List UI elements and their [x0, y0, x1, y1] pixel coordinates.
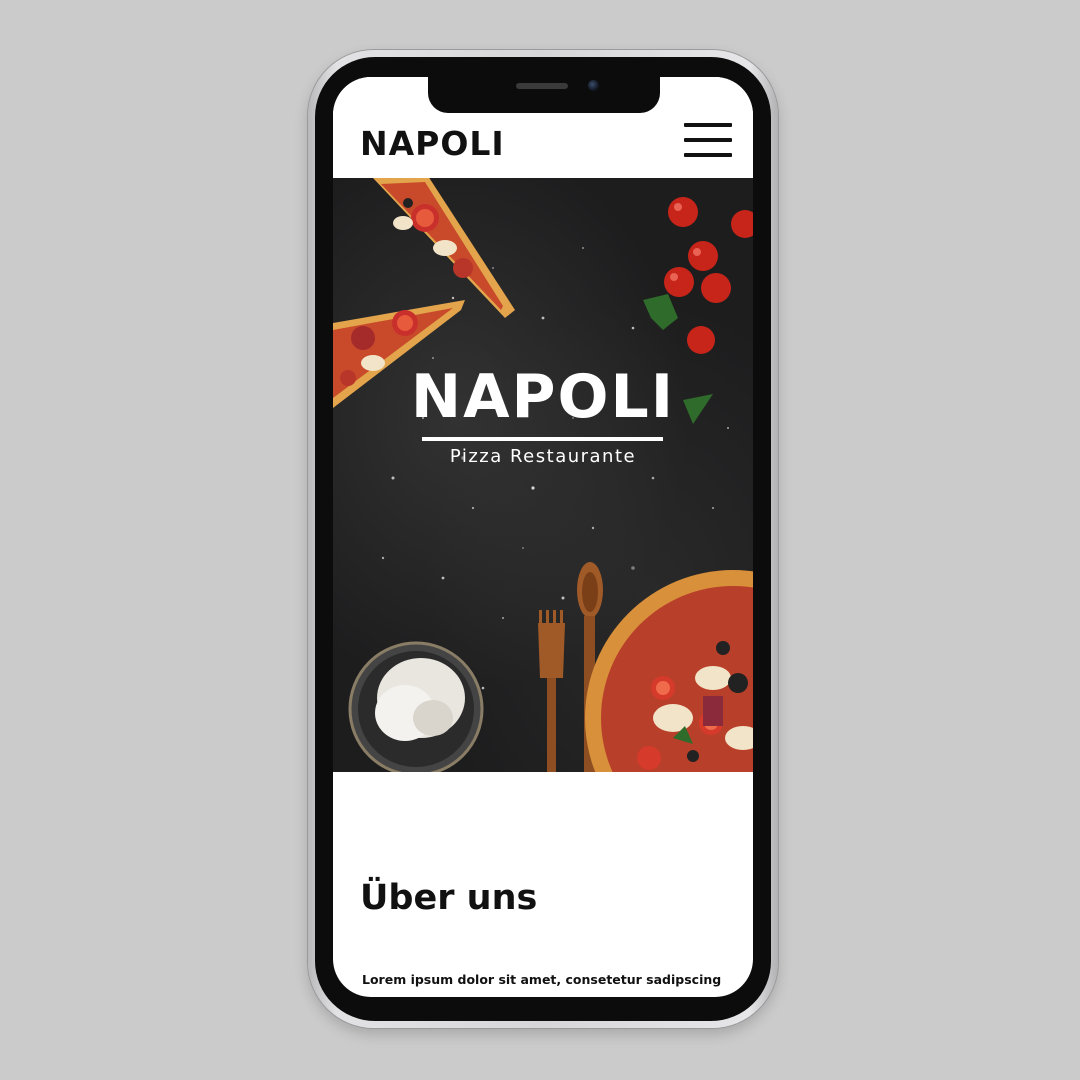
- whole-pizza: [585, 570, 753, 772]
- phone-frame: NAPOLI NAPOLI Pizza Restaurante Über uns…: [308, 50, 778, 1028]
- speaker-grille: [516, 83, 568, 89]
- menu-bar-middle: [684, 138, 732, 142]
- hero-food-photo: [333, 178, 753, 772]
- phone-notch: [428, 77, 660, 113]
- flour-bowl: [348, 641, 484, 772]
- hero-subtitle: Pizza Restaurante: [449, 446, 637, 467]
- front-camera-icon: [588, 80, 599, 91]
- site-logo[interactable]: NAPOLI: [360, 124, 505, 164]
- hamburger-menu-icon[interactable]: [684, 123, 732, 161]
- wooden-fork: [538, 610, 565, 772]
- mockup-stage: NAPOLI NAPOLI Pizza Restaurante Über uns…: [0, 0, 1080, 1080]
- hero-divider: [422, 437, 663, 441]
- hero-banner: NAPOLI Pizza Restaurante: [333, 178, 753, 772]
- hero-title: NAPOLI: [410, 362, 676, 432]
- menu-bar-bottom: [684, 153, 732, 157]
- pizza-slice-top: [373, 178, 515, 318]
- menu-bar-top: [684, 123, 732, 127]
- about-text: Lorem ipsum dolor sit amet, consetetur s…: [362, 972, 722, 987]
- about-heading: Über uns: [360, 878, 538, 918]
- phone-screen: NAPOLI NAPOLI Pizza Restaurante Über uns…: [333, 77, 753, 997]
